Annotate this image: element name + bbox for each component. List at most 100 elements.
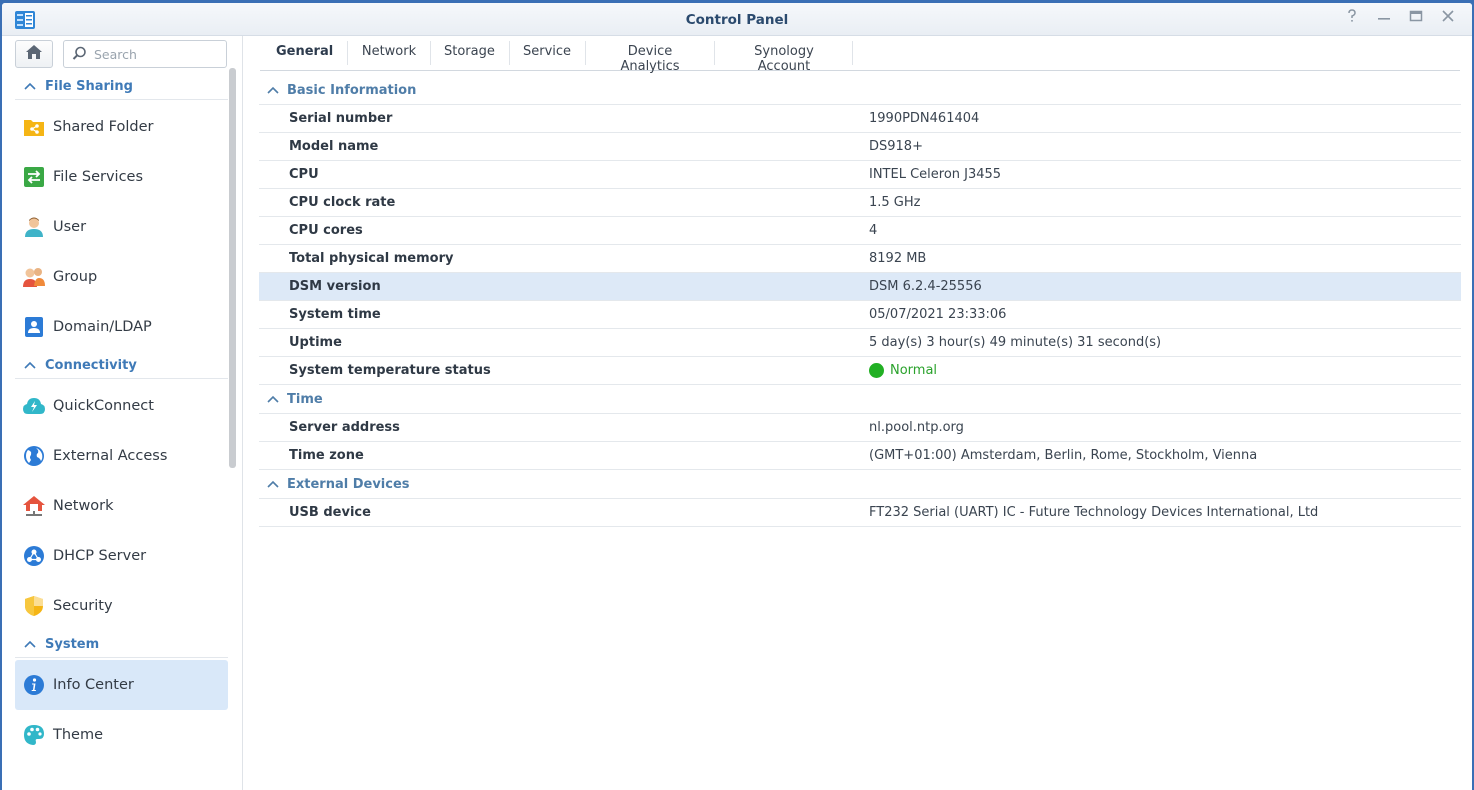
info-key: CPU xyxy=(289,167,319,182)
info-value: (GMT+01:00) Amsterdam, Berlin, Rome, Sto… xyxy=(869,448,1258,463)
info-key: Server address xyxy=(289,420,400,435)
sidebar-item-network[interactable]: Network xyxy=(15,481,228,531)
info-value: DS918+ xyxy=(869,139,923,154)
search-box xyxy=(63,40,227,68)
sidebar-item-domain-ldap[interactable]: Domain/LDAP xyxy=(15,302,228,352)
dhcp-server-icon xyxy=(15,545,53,567)
info-row: System time 05/07/2021 23:33:06 xyxy=(259,301,1461,329)
sidebar-item-group[interactable]: Group xyxy=(15,252,228,302)
file-services-icon xyxy=(15,166,53,188)
home-icon xyxy=(25,44,43,64)
info-key: Uptime xyxy=(289,335,342,350)
group-title: Time xyxy=(287,391,323,407)
user-icon xyxy=(15,216,53,238)
tab-service[interactable]: Service xyxy=(523,44,571,64)
domain-ldap-icon xyxy=(15,316,53,338)
shared-folder-icon xyxy=(15,117,53,137)
section-connectivity[interactable]: Connectivity xyxy=(15,352,228,379)
sidebar-item-theme[interactable]: Theme xyxy=(15,710,228,760)
sidebar-item-label: Domain/LDAP xyxy=(53,319,152,335)
info-row: Serial number 1990PDN461404 xyxy=(259,105,1461,133)
minimize-icon[interactable] xyxy=(1373,9,1395,29)
window-title: Control Panel xyxy=(685,12,789,28)
sidebar-item-file-services[interactable]: File Services xyxy=(15,152,228,202)
sidebar-item-label: DHCP Server xyxy=(53,548,147,564)
info-row: Uptime 5 day(s) 3 hour(s) 49 minute(s) 31… xyxy=(259,329,1461,357)
sidebar-item-shared-folder[interactable]: Shared Folder xyxy=(15,102,228,152)
sidebar-item-label: Security xyxy=(53,598,113,614)
info-value: 8192 MB xyxy=(869,251,927,266)
tab-divider xyxy=(347,41,348,65)
palette-icon xyxy=(15,724,53,746)
info-value: 4 xyxy=(869,223,878,238)
info-key: Time zone xyxy=(289,448,364,463)
info-content: Basic Information Serial number 1990PDN46… xyxy=(259,76,1461,527)
quickconnect-icon xyxy=(15,396,53,416)
info-value: DSM 6.2.4-25556 xyxy=(869,279,982,294)
sidebar-item-label: File Services xyxy=(53,169,144,185)
sidebar-item-label: External Access xyxy=(53,448,168,464)
sidebar-item-user[interactable]: User xyxy=(15,202,228,252)
tab-divider xyxy=(509,41,510,65)
title-bar: Control Panel xyxy=(2,3,1472,36)
tab-divider xyxy=(714,41,715,65)
info-value: FT232 Serial (UART) IC - Future Technolo… xyxy=(869,505,1319,520)
info-value: 1.5 GHz xyxy=(869,195,921,210)
info-row: Time zone (GMT+01:00) Amsterdam, Berlin, … xyxy=(259,442,1461,470)
info-value: 5 day(s) 3 hour(s) 49 minute(s) 31 secon… xyxy=(869,335,1162,350)
info-key: Serial number xyxy=(289,111,393,126)
sidebar-nav: File Sharing Shared Folder File Services… xyxy=(15,73,228,760)
control-panel-window: Control Panel Search File Sharing Shared… xyxy=(2,3,1472,790)
tab-storage[interactable]: Storage xyxy=(444,44,495,64)
sidebar-item-label: Group xyxy=(53,269,98,285)
info-row: CPU clock rate 1.5 GHz xyxy=(259,189,1461,217)
info-row-selected[interactable]: DSM version DSM 6.2.4-25556 xyxy=(259,273,1461,301)
group-header-external-devices[interactable]: External Devices xyxy=(259,470,1461,499)
sidebar-item-label: User xyxy=(53,219,87,235)
section-system[interactable]: System xyxy=(15,631,228,658)
group-header-basic-information[interactable]: Basic Information xyxy=(259,76,1461,105)
tab-network[interactable]: Network xyxy=(361,44,417,64)
chevron-up-icon xyxy=(15,640,45,648)
info-key: DSM version xyxy=(289,279,381,294)
tab-divider xyxy=(430,41,431,65)
group-header-time[interactable]: Time xyxy=(259,385,1461,414)
tab-general[interactable]: General xyxy=(276,44,333,64)
sidebar-item-external-access[interactable]: External Access xyxy=(15,431,228,481)
status-text: Normal xyxy=(890,363,938,378)
tab-synology-account[interactable]: Synology Account xyxy=(727,44,841,74)
sidebar-item-label: QuickConnect xyxy=(53,398,154,414)
section-title: File Sharing xyxy=(45,78,133,94)
chevron-up-icon xyxy=(259,480,287,488)
info-row: Total physical memory 8192 MB xyxy=(259,245,1461,273)
info-row: USB device FT232 Serial (UART) IC - Futur… xyxy=(259,499,1461,527)
sidebar-item-info-center[interactable]: Info Center xyxy=(15,660,228,710)
close-icon[interactable] xyxy=(1437,9,1459,29)
info-value: INTEL Celeron J3455 xyxy=(869,167,1002,182)
group-title: Basic Information xyxy=(287,82,417,98)
maximize-icon[interactable] xyxy=(1405,9,1427,29)
sidebar-item-label: Network xyxy=(53,498,114,514)
sidebar-item-label: Shared Folder xyxy=(53,119,154,135)
section-title: System xyxy=(45,636,100,652)
home-button[interactable] xyxy=(15,40,53,68)
tab-divider xyxy=(585,41,586,65)
globe-icon xyxy=(15,445,53,467)
tab-divider xyxy=(852,41,853,65)
sidebar-item-quickconnect[interactable]: QuickConnect xyxy=(15,381,228,431)
info-key: CPU clock rate xyxy=(289,195,396,210)
tab-bar: General Network Storage Service Device A… xyxy=(260,36,1460,74)
info-key: CPU cores xyxy=(289,223,363,238)
network-icon xyxy=(15,495,53,517)
help-icon[interactable] xyxy=(1341,9,1363,29)
tab-device-analytics[interactable]: Device Analytics xyxy=(599,44,701,74)
info-value: 05/07/2021 23:33:06 xyxy=(869,307,1007,322)
search-input[interactable] xyxy=(92,44,224,64)
section-file-sharing[interactable]: File Sharing xyxy=(15,73,228,100)
sidebar-item-dhcp-server[interactable]: DHCP Server xyxy=(15,531,228,581)
sidebar-item-security[interactable]: Security xyxy=(15,581,228,631)
sidebar-scrollbar[interactable] xyxy=(229,68,236,468)
group-title: External Devices xyxy=(287,476,410,492)
chevron-up-icon xyxy=(15,82,45,90)
chevron-up-icon xyxy=(15,361,45,369)
